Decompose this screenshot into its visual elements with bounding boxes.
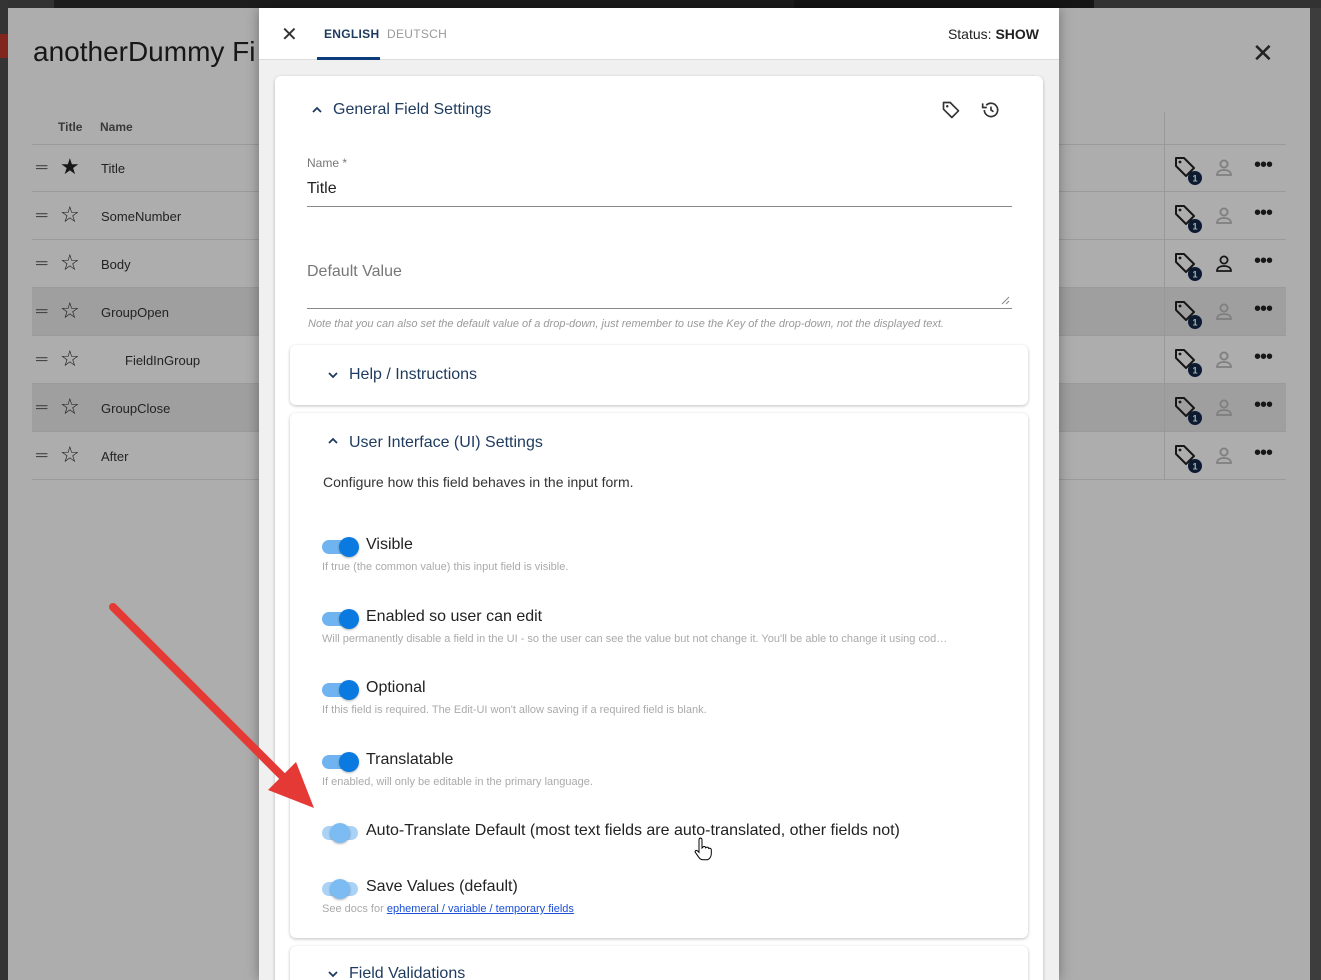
status-value: SHOW — [995, 26, 1039, 42]
close-icon[interactable]: ✕ — [281, 22, 298, 47]
hand-cursor-icon — [694, 837, 712, 861]
help-card[interactable]: Help / Instructions — [290, 345, 1028, 405]
toggle-knob — [339, 752, 359, 772]
chevron-up-icon[interactable] — [312, 105, 322, 115]
toggle-hint-text: See docs for — [322, 903, 384, 915]
toggle-knob — [339, 609, 359, 629]
toggle-switch[interactable] — [322, 680, 359, 700]
toggle-knob — [330, 879, 350, 899]
toggle-hint: If true (the common value) this input fi… — [322, 561, 568, 573]
toggle-hint-text: If enabled, will only be editable in the… — [322, 776, 593, 788]
toggle-hint: Will permanently disable a field in the … — [322, 633, 947, 645]
toggle-switch[interactable] — [322, 752, 359, 772]
toggle-knob — [339, 680, 359, 700]
toggle-label[interactable]: Save Values (default) — [366, 878, 518, 896]
validations-card[interactable]: Field Validations — [290, 946, 1028, 980]
toggle-label[interactable]: Optional — [366, 679, 426, 697]
history-icon[interactable] — [981, 100, 1001, 120]
tab-english[interactable]: ENGLISH — [324, 27, 379, 41]
toggle-label[interactable]: Translatable — [366, 751, 453, 769]
help-section-title[interactable]: Help / Instructions — [349, 366, 477, 384]
general-settings-title[interactable]: General Field Settings — [333, 101, 491, 119]
toggle-hint-text: If true (the common value) this input fi… — [322, 561, 569, 573]
default-value-field[interactable]: Default Value — [307, 263, 402, 281]
panel-header: ✕ ENGLISH DEUTSCH Status: SHOW — [259, 8, 1059, 60]
toggle-switch[interactable] — [322, 537, 359, 557]
name-field[interactable]: Title — [307, 180, 337, 198]
status-label: Status: — [947, 26, 992, 42]
resize-handle-icon[interactable] — [1000, 295, 1010, 305]
toggle-hint: If enabled, will only be editable in the… — [322, 776, 593, 788]
chevron-down-icon[interactable] — [328, 370, 338, 380]
toggle-hint: See docs for ephemeral / variable / temp… — [322, 903, 574, 915]
validations-section-title[interactable]: Field Validations — [349, 965, 465, 980]
name-field-underline — [307, 206, 1012, 207]
ui-section-description: Configure how this field behaves in the … — [323, 474, 634, 490]
chevron-down-icon[interactable] — [328, 969, 338, 979]
ui-section-title[interactable]: User Interface (UI) Settings — [349, 434, 543, 452]
toggle-hint: If this field is required. The Edit-UI w… — [322, 704, 707, 716]
toggle-label[interactable]: Visible — [366, 536, 413, 554]
toggle-switch[interactable] — [322, 879, 358, 899]
chevron-up-icon[interactable] — [328, 436, 338, 446]
toggle-label[interactable]: Auto-Translate Default (most text fields… — [366, 822, 900, 840]
tag-icon[interactable] — [941, 100, 961, 120]
default-value-note: Note that you can also set the default v… — [308, 318, 944, 330]
toggle-label[interactable]: Enabled so user can edit — [366, 608, 542, 626]
toggle-hint-text: If this field is required. The Edit-UI w… — [322, 704, 707, 716]
toggle-knob — [330, 823, 350, 843]
name-field-label: Name * — [307, 156, 348, 170]
toggle-switch[interactable] — [322, 609, 359, 629]
default-value-underline — [307, 308, 1012, 309]
tab-deutsch[interactable]: DEUTSCH — [387, 27, 447, 41]
ui-settings-card: User Interface (UI) Settings Configure h… — [290, 413, 1028, 938]
toggle-switch[interactable] — [322, 823, 358, 843]
toggle-knob — [339, 537, 359, 557]
field-settings-panel: ✕ ENGLISH DEUTSCH Status: SHOW General F… — [259, 8, 1059, 980]
docs-link[interactable]: ephemeral / variable / temporary fields — [387, 903, 574, 915]
toggle-hint-text: Will permanently disable a field in the … — [322, 633, 948, 645]
active-tab-indicator — [317, 57, 380, 60]
status-indicator: Status: SHOW — [948, 26, 1039, 42]
